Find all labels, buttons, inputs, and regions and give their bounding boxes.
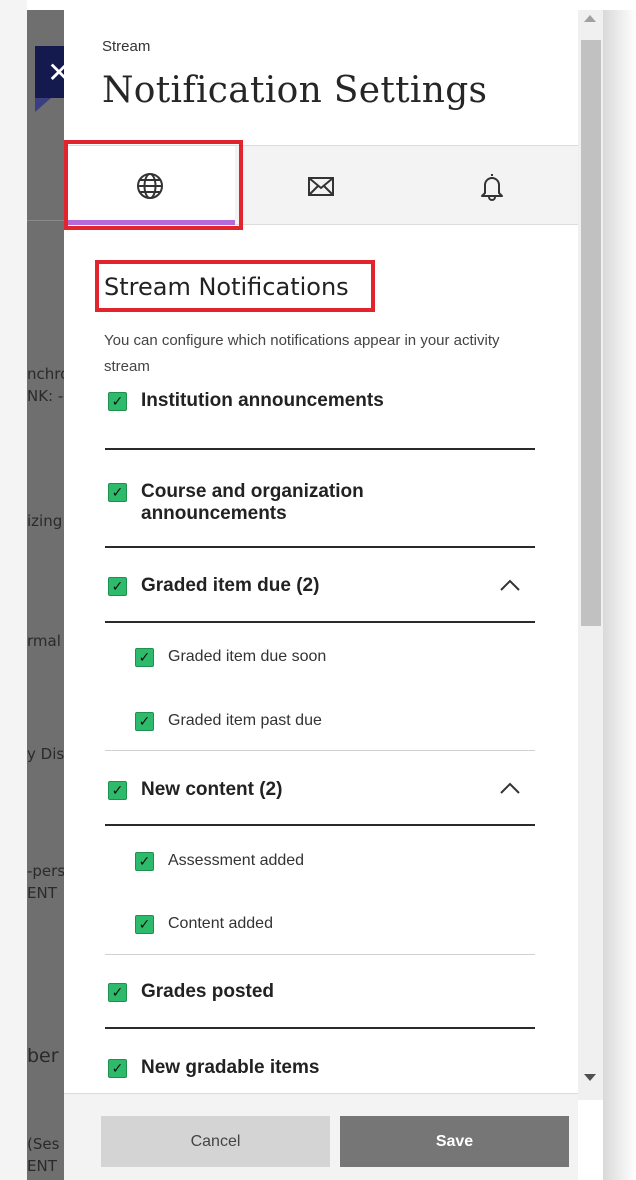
globe-icon	[136, 172, 163, 199]
list-item[interactable]: ✓ New gradable items	[105, 1029, 535, 1100]
notification-tabs	[64, 145, 578, 225]
background-text: ENT	[27, 884, 57, 902]
checkbox-checked-icon[interactable]: ✓	[108, 1059, 127, 1078]
save-button[interactable]: Save	[340, 1116, 569, 1167]
list-item[interactable]: ✓ Content added	[105, 890, 535, 955]
list-item[interactable]: ✓ Graded item past due	[105, 686, 535, 751]
background-text: nchro	[27, 365, 64, 383]
tab-stream[interactable]	[64, 146, 235, 225]
checkbox-checked-icon[interactable]: ✓	[108, 983, 127, 1002]
tab-push[interactable]	[406, 146, 577, 225]
item-label: Grades posted	[141, 981, 275, 1002]
panel-title: Notification Settings	[102, 70, 488, 111]
item-label: New content (2)	[141, 779, 283, 800]
checkbox-checked-icon[interactable]: ✓	[135, 852, 154, 871]
chevron-up-icon[interactable]	[499, 548, 521, 621]
envelope-icon	[307, 176, 334, 196]
checkbox-checked-icon[interactable]: ✓	[108, 781, 127, 800]
settings-content: Stream Notifications You can configure w…	[64, 225, 578, 1100]
item-label: Institution announcements	[141, 390, 384, 411]
panel-subtitle: Stream	[102, 38, 151, 55]
list-item[interactable]: ✓ Grades posted	[105, 955, 535, 1029]
list-item[interactable]: ✓ New content (2)	[105, 751, 535, 826]
cancel-button[interactable]: Cancel	[101, 1116, 330, 1167]
item-label: Content added	[168, 915, 273, 932]
item-label: Graded item due (2)	[141, 575, 320, 596]
scroll-down-arrow-icon[interactable]	[584, 1074, 596, 1081]
item-label: Graded item due soon	[168, 648, 327, 665]
checkbox-checked-icon[interactable]: ✓	[108, 577, 127, 596]
checkbox-checked-icon[interactable]: ✓	[108, 392, 127, 411]
checkbox-checked-icon[interactable]: ✓	[135, 915, 154, 934]
title-highlight-box	[95, 260, 375, 312]
scrollbar-thumb[interactable]	[581, 40, 601, 626]
list-item[interactable]: ✓ Graded item due (2)	[105, 548, 535, 623]
background-overlay	[27, 10, 64, 1180]
panel-header: Stream Notification Settings	[64, 10, 578, 145]
list-item[interactable]: ✓ Assessment added	[105, 826, 535, 890]
item-label: Assessment added	[168, 852, 305, 869]
bell-icon	[480, 173, 503, 201]
background-divider	[27, 220, 64, 221]
item-label: New gradable items	[141, 1057, 320, 1078]
panel-footer: Cancel Save	[64, 1093, 578, 1180]
background-text: (Ses	[27, 1135, 60, 1153]
background-text: y Dis	[27, 745, 64, 763]
background-strip	[0, 0, 27, 1180]
background-text: rmal	[27, 632, 61, 650]
notification-settings-panel: Stream Notification Settings Stream Noti…	[64, 10, 578, 1180]
item-label: Course and organization announcements	[141, 481, 364, 524]
list-item[interactable]: ✓ Institution announcements	[105, 373, 535, 450]
list-item[interactable]: ✓ Graded item due soon	[105, 623, 535, 686]
scroll-up-arrow-icon[interactable]	[584, 15, 596, 22]
background-text: NK: -	[27, 387, 64, 405]
checkbox-checked-icon[interactable]: ✓	[108, 483, 127, 502]
list-item[interactable]: ✓ Course and organization announcements	[105, 450, 535, 548]
close-button-tail	[35, 98, 51, 112]
background-text: ber	[27, 1047, 59, 1065]
background-text: izing	[27, 512, 63, 530]
tab-email[interactable]	[235, 146, 406, 225]
window-shadow	[603, 10, 636, 1180]
chevron-up-icon[interactable]	[499, 751, 521, 824]
checkbox-checked-icon[interactable]: ✓	[135, 648, 154, 667]
background-text: ENT	[27, 1157, 57, 1175]
item-label: Graded item past due	[168, 712, 322, 729]
checkbox-checked-icon[interactable]: ✓	[135, 712, 154, 731]
notification-list: ✓ Institution announcements ✓ Course and…	[105, 373, 535, 1100]
background-text: -pers	[27, 862, 64, 880]
